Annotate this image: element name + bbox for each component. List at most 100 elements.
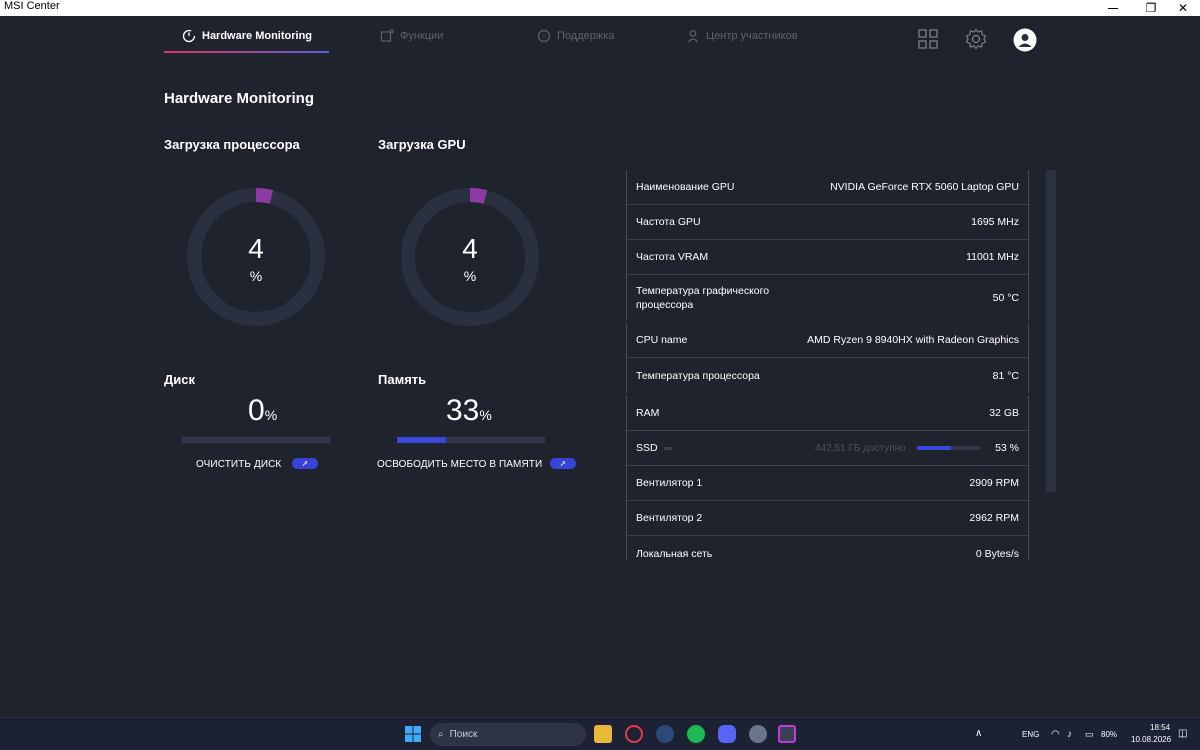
disk-label: Диск xyxy=(164,372,195,387)
info-value: 81 °C xyxy=(992,369,1019,382)
disk-usage-value: 0% xyxy=(248,394,277,428)
battery-icon[interactable]: ▭ xyxy=(1085,729,1094,740)
info-row-lan: Локальная сеть 0 Bytes/s xyxy=(627,536,1028,560)
info-value: 2962 RPM xyxy=(969,512,1019,524)
info-panel-scrollbar[interactable] xyxy=(1046,170,1056,492)
memory-label: Память xyxy=(378,372,427,387)
info-value: AMD Ryzen 9 8940HX with Radeon Graphics xyxy=(807,334,1019,346)
tab-label: Hardware Monitoring xyxy=(202,30,313,42)
info-value: 32 GB xyxy=(989,407,1019,419)
close-button[interactable]: ✕ xyxy=(1166,0,1200,16)
info-key: Частота VRAM xyxy=(636,251,709,263)
minimize-button[interactable] xyxy=(1096,0,1130,16)
cpu-load-label: Загрузка процессора xyxy=(164,137,300,152)
tab-label: Поддержка xyxy=(557,30,615,42)
memory-usage-unit: % xyxy=(479,407,492,423)
info-value: 53 % xyxy=(995,442,1019,454)
tab-features[interactable]: Функции xyxy=(380,26,443,46)
maximize-button[interactable]: ❐ xyxy=(1134,0,1168,16)
gpu-load-value: 4 xyxy=(462,233,478,264)
hardware-info-panel: Наименование GPU NVIDIA GeForce RTX 5060… xyxy=(626,170,1029,560)
info-key: RAM xyxy=(636,407,660,419)
ssd-free-space: 442,51 ГБ доступно xyxy=(815,442,906,454)
support-icon: ! xyxy=(537,29,551,43)
minimize-icon xyxy=(1108,7,1118,9)
disk-usage-bar xyxy=(182,437,330,443)
info-key: SSD xyxy=(636,442,658,454)
info-value: 1695 MHz xyxy=(971,216,1019,228)
opera-icon[interactable] xyxy=(625,725,643,743)
cpu-load-unit: % xyxy=(249,268,263,284)
user-icon xyxy=(688,30,698,43)
info-key: Локальная сеть xyxy=(636,547,713,560)
info-row-gpu-freq: Частота GPU 1695 MHz xyxy=(627,205,1028,240)
settings-icon[interactable] xyxy=(749,725,767,743)
notification-icon[interactable]: ◫ xyxy=(1178,728,1187,739)
info-value: 50 °C xyxy=(992,291,1019,304)
gauge-icon xyxy=(182,29,196,43)
memory-usage-value: 33% xyxy=(446,394,492,428)
app-title: MSI Center xyxy=(4,0,60,12)
rocket-icon: ➚ xyxy=(301,459,309,468)
tab-label: Функции xyxy=(400,30,444,42)
restore-icon: ❐ xyxy=(1145,1,1157,15)
info-row-cpu-name: CPU name AMD Ryzen 9 8940HX with Radeon … xyxy=(627,323,1028,358)
active-tab-indicator xyxy=(164,51,329,53)
start-icon[interactable] xyxy=(404,725,422,743)
ssd-usage-bar xyxy=(917,446,981,450)
battery-percent: 80% xyxy=(1101,730,1118,739)
cpu-info-group: CPU name AMD Ryzen 9 8940HX with Radeon … xyxy=(626,323,1029,393)
input-language[interactable]: ENG xyxy=(1022,730,1039,739)
msi-center-icon[interactable] xyxy=(778,725,796,743)
gpu-load-label: Загрузка GPU xyxy=(378,137,466,152)
info-value: 2909 RPM xyxy=(969,477,1019,489)
cpu-load-value: 4 xyxy=(248,233,264,264)
tab-support[interactable]: ! Поддержка xyxy=(537,26,614,46)
disk-usage-unit: % xyxy=(264,407,278,423)
spotify-icon[interactable] xyxy=(687,725,705,743)
search-icon: ⌕ xyxy=(438,729,444,740)
info-row-gpu-name: Наименование GPU NVIDIA GeForce RTX 5060… xyxy=(627,170,1028,205)
explorer-icon[interactable] xyxy=(594,725,612,743)
close-icon: ✕ xyxy=(1177,1,1189,15)
gpu-info-group: Наименование GPU NVIDIA GeForce RTX 5060… xyxy=(626,170,1029,320)
discord-icon[interactable] xyxy=(718,725,736,743)
clock-date[interactable]: 10.08.2026 xyxy=(1131,735,1171,744)
system-info-group: RAM 32 GB SSD 442,51 ГБ доступно 53 % Ве… xyxy=(626,396,1029,560)
info-row-gpu-temp: Температура графического процессора 50 °… xyxy=(627,275,1028,320)
info-row-fan1: Вентилятор 1 2909 RPM xyxy=(627,466,1028,501)
page-title: Hardware Monitoring xyxy=(164,90,315,107)
info-key: Вентилятор 2 xyxy=(636,512,703,524)
svg-text:!: ! xyxy=(543,34,545,41)
tray-chevron-icon[interactable]: ∧ xyxy=(975,728,982,739)
taskbar-search[interactable]: ⌕ Поиск xyxy=(430,723,586,746)
rocket-icon: ➚ xyxy=(559,459,567,468)
clean-disk-label: ОЧИСТИТЬ ДИСК xyxy=(196,459,282,470)
window-title-bar: MSI Center ❐ ✕ xyxy=(0,0,1200,16)
tab-hardware-monitoring[interactable]: Hardware Monitoring xyxy=(182,26,312,46)
volume-icon[interactable]: ♪ xyxy=(1067,729,1072,740)
memory-usage-bar xyxy=(397,437,545,443)
info-key: Наименование GPU xyxy=(636,181,735,193)
info-value: 11001 MHz xyxy=(966,251,1019,263)
info-key: Частота GPU xyxy=(636,216,701,228)
memory-usage-number: 33 xyxy=(446,394,480,427)
clean-disk-button[interactable]: ➚ xyxy=(292,458,318,469)
search-placeholder: Поиск xyxy=(449,729,478,740)
info-row-ram: RAM 32 GB xyxy=(627,396,1028,431)
info-row-cpu-temp: Температура процессора 81 °C xyxy=(627,358,1028,393)
info-value: 0 Bytes/s xyxy=(975,547,1019,560)
tab-member-center[interactable]: Центр участников xyxy=(686,26,798,46)
wifi-icon[interactable]: ◠ xyxy=(1051,729,1060,740)
grid-icon[interactable] xyxy=(917,28,939,50)
free-memory-button[interactable]: ➚ xyxy=(550,458,576,469)
gpu-load-unit: % xyxy=(463,268,477,284)
steam-icon[interactable] xyxy=(656,725,674,743)
info-row-fan2: Вентилятор 2 2962 RPM xyxy=(627,501,1028,536)
profile-icon[interactable] xyxy=(1013,28,1037,52)
clock-time[interactable]: 18:54 xyxy=(1150,723,1170,732)
memory-usage-fill xyxy=(397,437,446,443)
info-row-vram-freq: Частота VRAM 11001 MHz xyxy=(627,240,1028,275)
info-key: Температура графического процессора xyxy=(636,284,770,311)
settings-icon[interactable] xyxy=(965,28,987,50)
